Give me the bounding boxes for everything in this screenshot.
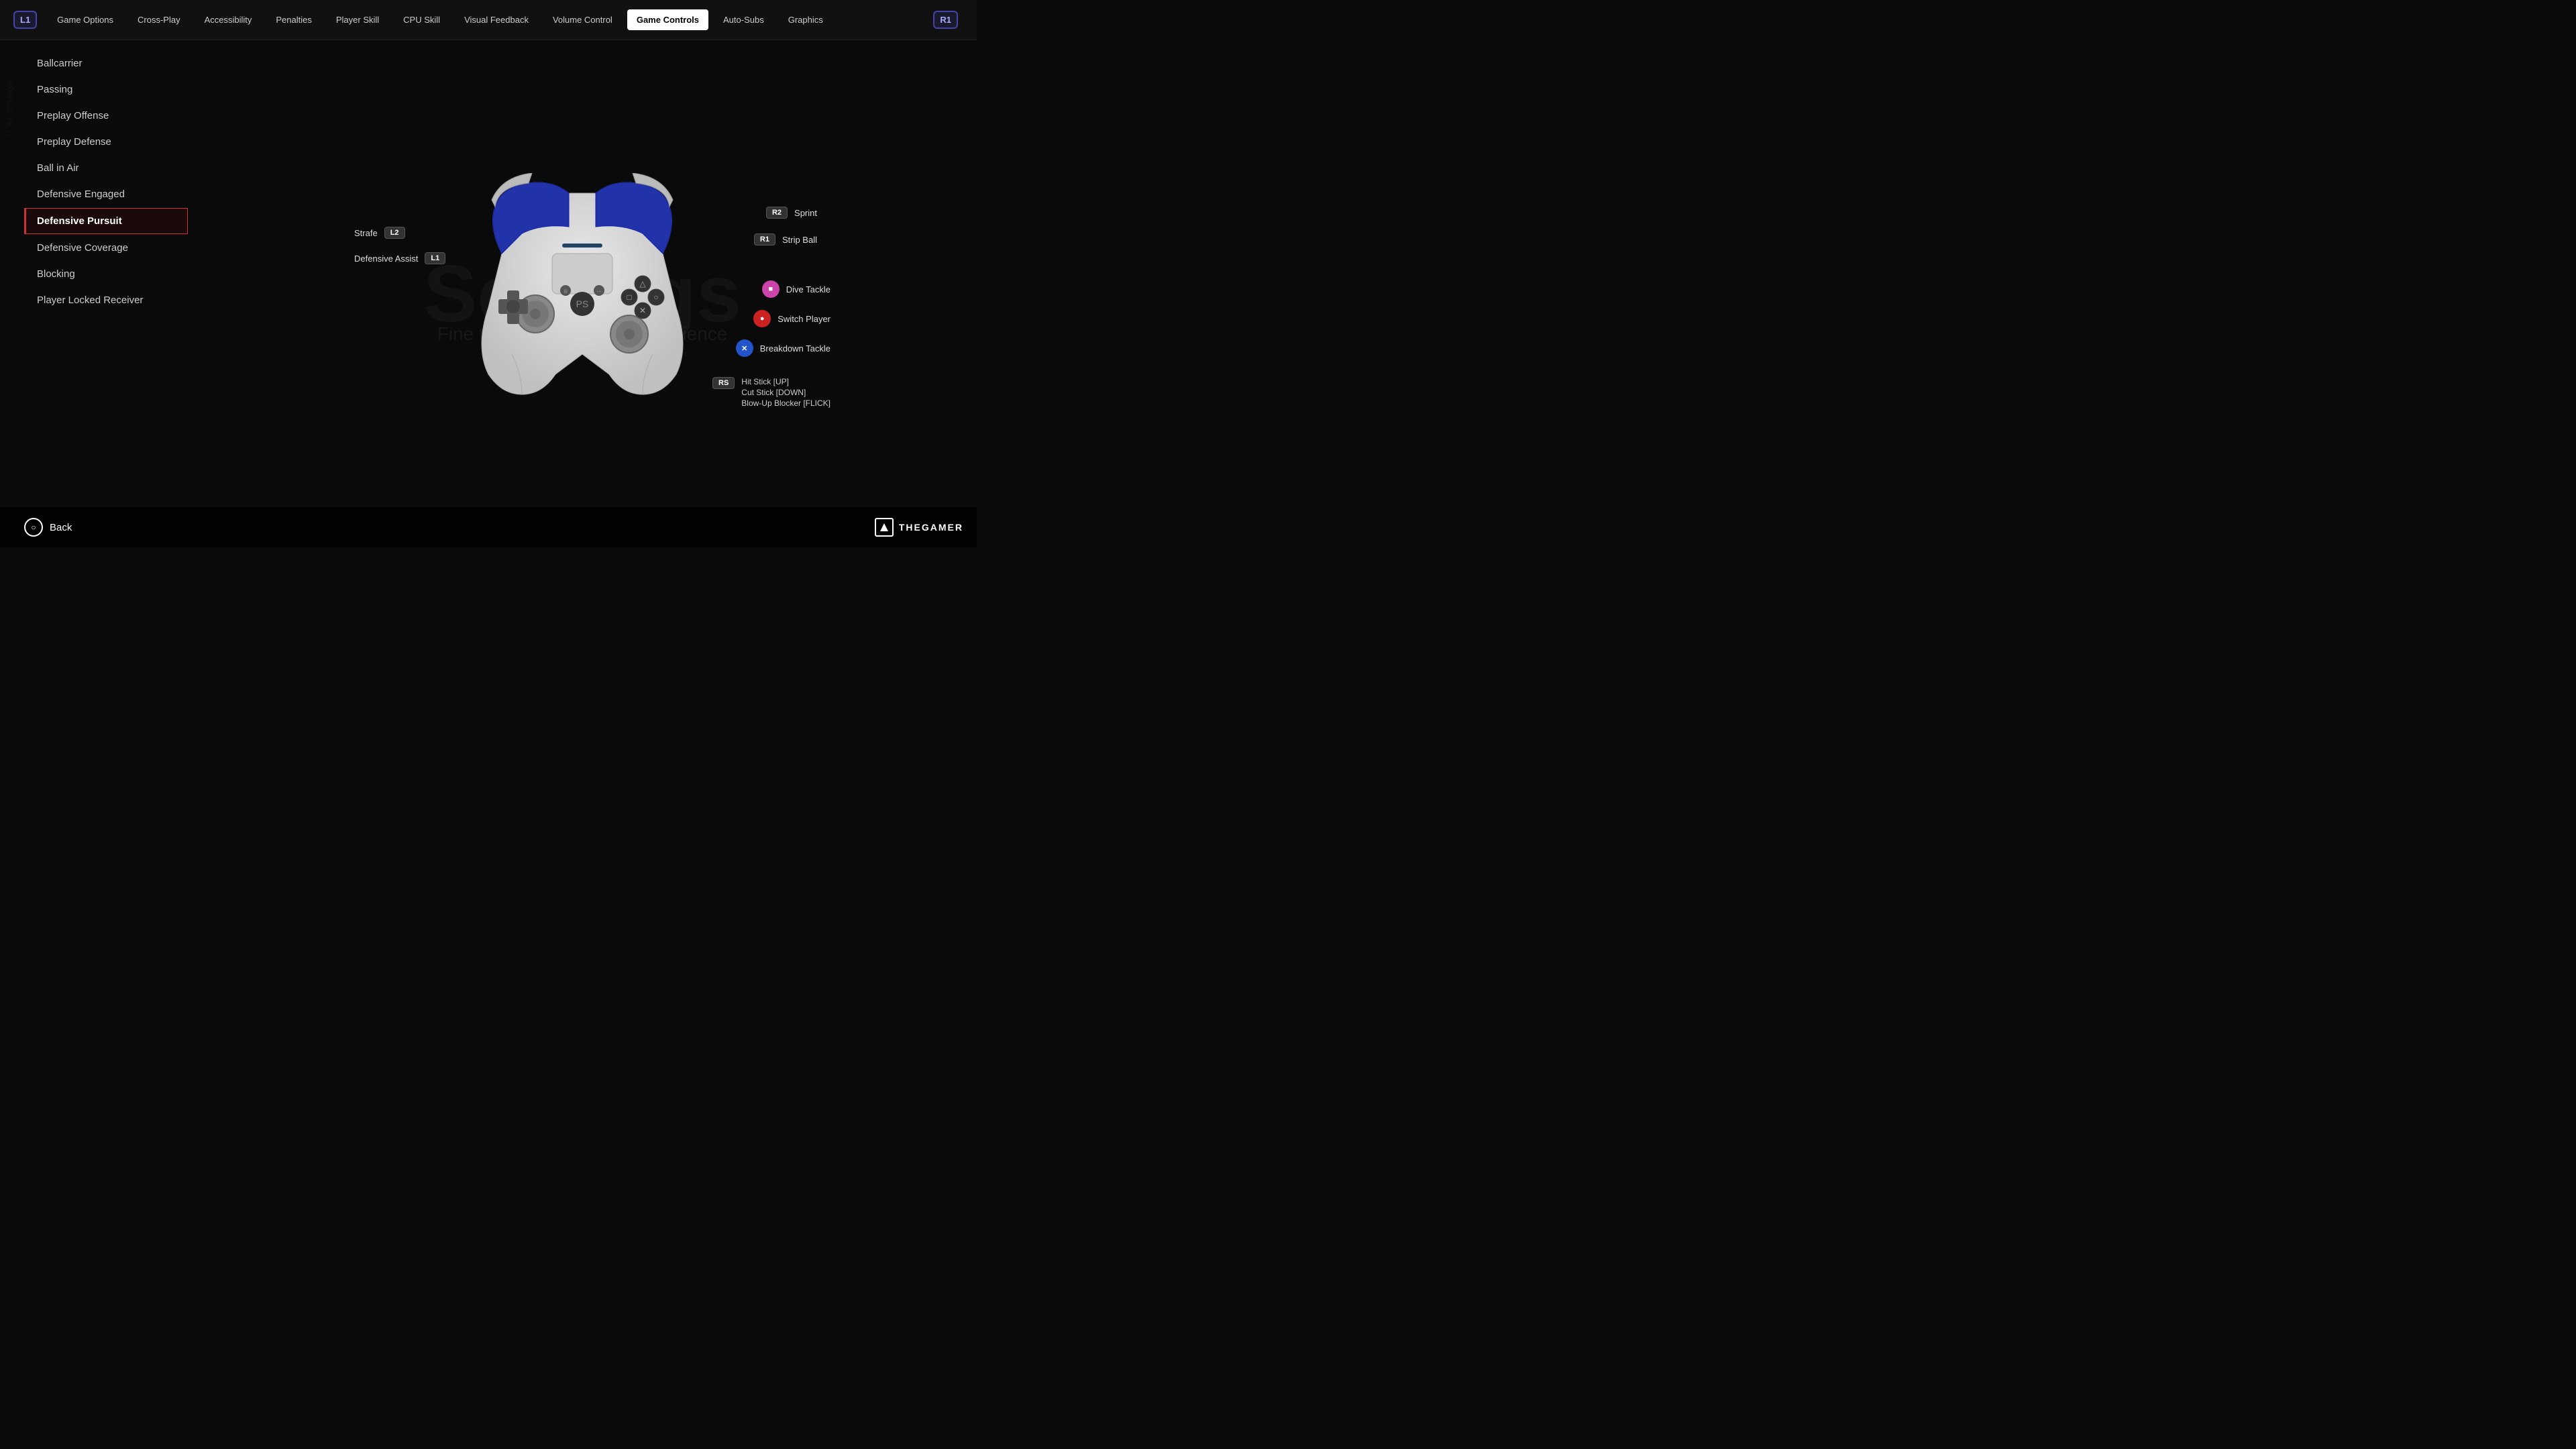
strafe-label: Strafe L2 [354,227,445,239]
circle-btn-icon: ● [753,310,771,327]
left-controller-labels: Strafe L2 Defensive Assist L1 [354,227,445,264]
svg-text:⋯: ⋯ [597,290,602,294]
sprint-label: R2 Sprint [754,207,817,219]
brand-logo: THEGAMER [875,518,963,537]
menu-preplay-offense[interactable]: Preplay Offense [24,103,188,128]
strafe-text: Strafe [354,228,378,238]
svg-text:☰: ☰ [564,290,568,294]
menu-defensive-pursuit[interactable]: Defensive Pursuit [24,208,188,234]
svg-text:△: △ [639,279,646,288]
svg-text:PS: PS [576,299,589,309]
r2-badge: R2 [766,207,788,219]
switch-player-text: Switch Player [777,314,830,324]
rs-line-3: Blow-Up Blocker [FLICK] [741,398,830,408]
cross-btn-icon: ✕ [736,339,753,357]
menu-passing[interactable]: Passing [24,77,188,102]
menu-ball-in-air[interactable]: Ball in Air [24,156,188,180]
right-top-labels: R2 Sprint R1 Strip Ball [754,207,817,246]
rs-text-group: Hit Stick [UP] Cut Stick [DOWN] Blow-Up … [741,377,830,408]
controller-svg: △ ○ □ ✕ PS ☰ ⋯ [435,173,730,401]
nav-graphics[interactable]: Graphics [779,9,833,30]
nav-game-options[interactable]: Game Options [48,9,123,30]
rs-line-2: Cut Stick [DOWN] [741,388,806,397]
nav-visual-feedback[interactable]: Visual Feedback [455,9,538,30]
svg-text:✕: ✕ [639,306,646,315]
bottom-bar: ○ Back THEGAMER [0,507,977,547]
menu-defensive-coverage[interactable]: Defensive Coverage [24,235,188,260]
sprint-text: Sprint [794,208,817,218]
action-labels: ■ Dive Tackle ● Switch Player ✕ Breakdow… [736,280,830,357]
menu-player-locked-receiver[interactable]: Player Locked Receiver [24,288,188,313]
back-circle-icon: ○ [24,518,43,537]
menu-defensive-engaged[interactable]: Defensive Engaged [24,182,188,207]
nav-badge-l1[interactable]: L1 [13,11,37,29]
r1-badge: R1 [754,233,775,246]
controller-area: Settings Fine tune your Madden experienc… [188,40,977,547]
l2-badge: L2 [384,227,405,239]
rs-badge: RS [712,377,735,389]
breakdown-tackle-text: Breakdown Tackle [760,343,830,354]
menu-blocking[interactable]: Blocking [24,262,188,286]
nav-badge-r1[interactable]: R1 [933,11,958,29]
menu-preplay-defense[interactable]: Preplay Defense [24,129,188,154]
main-content: Ballcarrier Passing Preplay Offense Prep… [0,40,977,547]
nav-penalties[interactable]: Penalties [266,9,321,30]
menu-ballcarrier[interactable]: Ballcarrier [24,51,188,76]
nav-auto-subs[interactable]: Auto-Subs [714,9,773,30]
breakdown-tackle-label: ✕ Breakdown Tackle [736,339,830,357]
brand-name: THEGAMER [899,522,963,533]
defensive-assist-text: Defensive Assist [354,254,418,264]
svg-text:□: □ [627,292,631,302]
nav-cpu-skill[interactable]: CPU Skill [394,9,449,30]
brand-svg-icon [879,522,890,533]
rs-label-group: RS Hit Stick [UP] Cut Stick [DOWN] Blow-… [712,377,830,408]
top-navigation: L1 Game Options Cross-Play Accessibility… [0,0,977,40]
nav-game-controls[interactable]: Game Controls [627,9,708,30]
strip-ball-label: R1 Strip Ball [754,233,817,246]
dive-tackle-text: Dive Tackle [786,284,830,294]
nav-accessibility[interactable]: Accessibility [195,9,262,30]
back-button[interactable]: ○ Back [24,518,72,537]
nav-cross-play[interactable]: Cross-Play [128,9,190,30]
defensive-assist-label: Defensive Assist L1 [354,252,445,264]
brand-icon [875,518,894,537]
back-label: Back [50,522,72,533]
strip-ball-text: Strip Ball [782,235,817,245]
svg-text:○: ○ [653,292,658,302]
controller-svg-container: △ ○ □ ✕ PS ☰ ⋯ [435,173,730,401]
controller-diagram: Strafe L2 Defensive Assist L1 [347,173,817,415]
rs-line-1: Hit Stick [UP] [741,377,789,386]
nav-volume-control[interactable]: Volume Control [543,9,622,30]
nav-player-skill[interactable]: Player Skill [327,9,388,30]
dive-tackle-label: ■ Dive Tackle [736,280,830,298]
sidebar-menu: Ballcarrier Passing Preplay Offense Prep… [0,40,188,547]
square-btn-icon: ■ [762,280,780,298]
switch-player-label: ● Switch Player [736,310,830,327]
